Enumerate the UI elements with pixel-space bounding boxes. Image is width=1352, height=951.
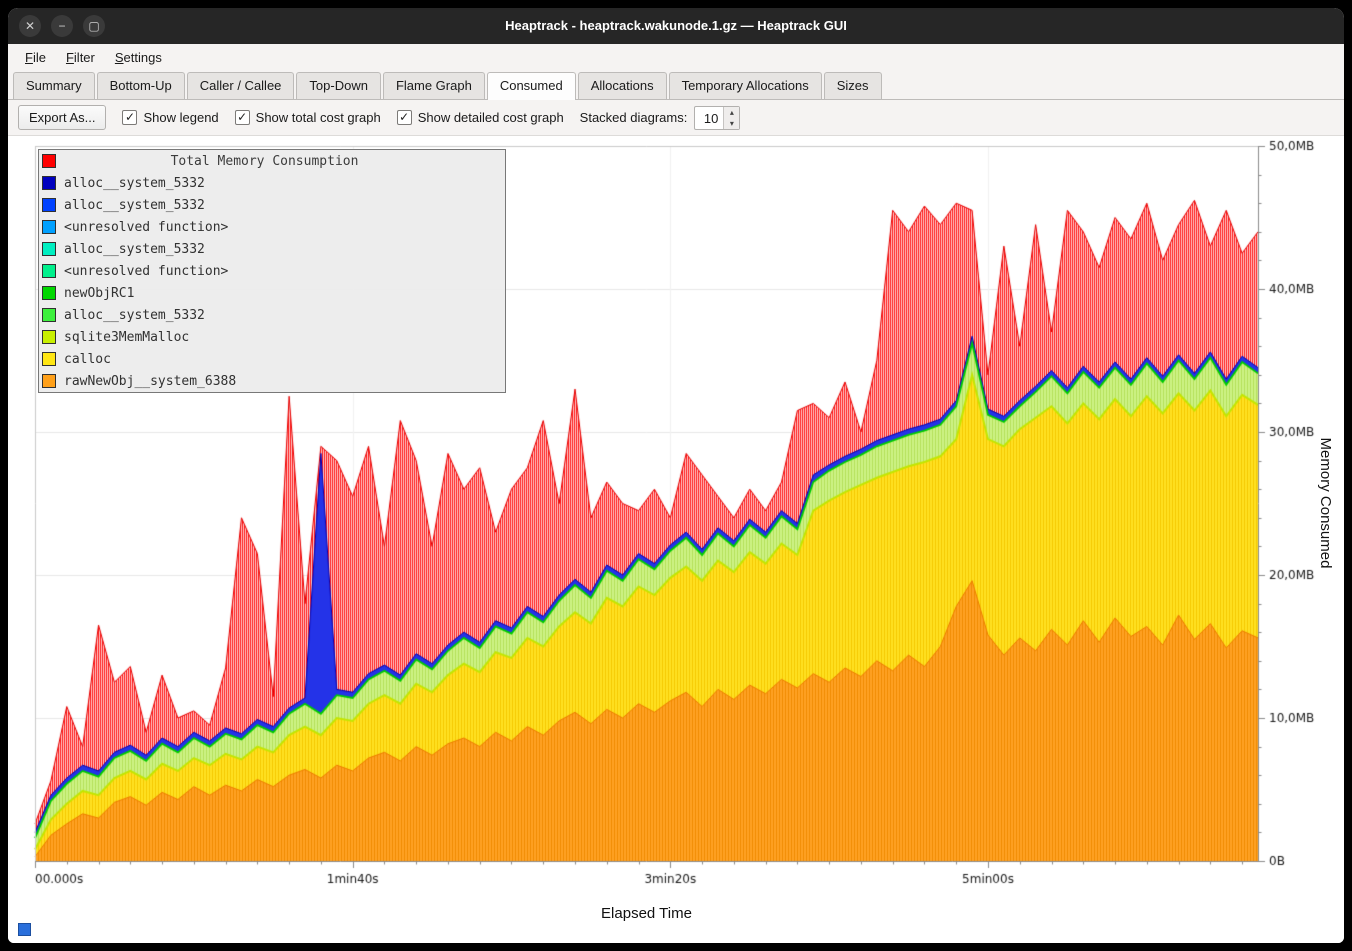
- tab-temporary-allocations[interactable]: Temporary Allocations: [669, 72, 822, 99]
- legend-label: rawNewObj__system_6388: [64, 374, 236, 389]
- minimize-button[interactable]: −: [51, 15, 73, 37]
- stacked-diagrams-group: Stacked diagrams: 10 ▴ ▾: [580, 106, 741, 130]
- chart-legend-entries: alloc__system_5332 alloc__system_5332 <unr…: [39, 172, 505, 392]
- tab-top-down[interactable]: Top-Down: [296, 72, 381, 99]
- tabbar: Summary Bottom-Up Caller / Callee Top-Do…: [8, 70, 1344, 100]
- legend-label: newObjRC1: [64, 286, 134, 301]
- check-icon: ✓: [122, 110, 137, 125]
- legend-item: newObjRC1: [39, 282, 505, 304]
- tab-consumed[interactable]: Consumed: [487, 72, 576, 100]
- show-detailed-cost-label: Show detailed cost graph: [418, 110, 564, 125]
- chart-area: Total Memory Consumption alloc__system_5…: [8, 136, 1344, 943]
- legend-item: alloc__system_5332: [39, 238, 505, 260]
- legend-label: <unresolved function>: [64, 220, 228, 235]
- maximize-button[interactable]: ▢: [83, 15, 105, 37]
- tab-bottom-up[interactable]: Bottom-Up: [97, 72, 185, 99]
- chart-corner-icon: [18, 923, 31, 936]
- legend-color-swatch: [42, 308, 56, 322]
- legend-label: alloc__system_5332: [64, 242, 205, 257]
- spinner-down-icon[interactable]: ▾: [724, 118, 739, 129]
- stacked-diagrams-spinner[interactable]: 10 ▴ ▾: [694, 106, 740, 130]
- legend-item: <unresolved function>: [39, 216, 505, 238]
- legend-item: <unresolved function>: [39, 260, 505, 282]
- chart-legend: Total Memory Consumption alloc__system_5…: [38, 149, 506, 393]
- stacked-diagrams-value: 10: [695, 107, 723, 129]
- legend-color-swatch: [42, 198, 56, 212]
- legend-color-swatch: [42, 242, 56, 256]
- titlebar: ✕ − ▢ Heaptrack - heaptrack.wakunode.1.g…: [8, 8, 1344, 44]
- spinner-up-icon[interactable]: ▴: [724, 107, 739, 118]
- show-total-cost-label: Show total cost graph: [256, 110, 381, 125]
- legend-title-row: Total Memory Consumption: [39, 150, 505, 172]
- legend-item: alloc__system_5332: [39, 304, 505, 326]
- check-icon: ✓: [397, 110, 412, 125]
- legend-color-swatch: [42, 220, 56, 234]
- tab-caller-callee[interactable]: Caller / Callee: [187, 72, 295, 99]
- legend-color-swatch: [42, 352, 56, 366]
- legend-color-swatch: [42, 286, 56, 300]
- legend-label: alloc__system_5332: [64, 198, 205, 213]
- show-detailed-cost-checkbox[interactable]: ✓ Show detailed cost graph: [397, 110, 564, 125]
- legend-item: alloc__system_5332: [39, 172, 505, 194]
- toolbar: Export As... ✓ Show legend ✓ Show total …: [8, 100, 1344, 136]
- legend-label: alloc__system_5332: [64, 176, 205, 191]
- tab-sizes[interactable]: Sizes: [824, 72, 882, 99]
- minimize-icon: −: [58, 19, 65, 33]
- legend-item: rawNewObj__system_6388: [39, 370, 505, 392]
- legend-label: <unresolved function>: [64, 264, 228, 279]
- tab-summary[interactable]: Summary: [13, 72, 95, 99]
- show-total-cost-checkbox[interactable]: ✓ Show total cost graph: [235, 110, 381, 125]
- stacked-diagrams-label: Stacked diagrams:: [580, 110, 688, 125]
- legend-item: calloc: [39, 348, 505, 370]
- legend-item: sqlite3MemMalloc: [39, 326, 505, 348]
- maximize-icon: ▢: [88, 19, 99, 33]
- legend-label: calloc: [64, 352, 111, 367]
- legend-label: alloc__system_5332: [64, 308, 205, 323]
- menu-file[interactable]: File: [16, 47, 55, 68]
- menu-filter[interactable]: Filter: [57, 47, 104, 68]
- show-legend-label: Show legend: [143, 110, 218, 125]
- legend-title-swatch: [42, 154, 56, 168]
- y-axis-title: Memory Consumed: [1317, 438, 1334, 569]
- legend-item: alloc__system_5332: [39, 194, 505, 216]
- show-legend-checkbox[interactable]: ✓ Show legend: [122, 110, 218, 125]
- menubar: File Filter Settings: [8, 44, 1344, 70]
- tab-allocations[interactable]: Allocations: [578, 72, 667, 99]
- legend-color-swatch: [42, 330, 56, 344]
- titlebar-buttons: ✕ − ▢: [19, 15, 105, 37]
- close-button[interactable]: ✕: [19, 15, 41, 37]
- heaptrack-window: ✕ − ▢ Heaptrack - heaptrack.wakunode.1.g…: [8, 8, 1344, 943]
- spinner-arrows[interactable]: ▴ ▾: [723, 107, 739, 129]
- menu-settings[interactable]: Settings: [106, 47, 171, 68]
- window-title: Heaptrack - heaptrack.wakunode.1.gz — He…: [8, 8, 1344, 44]
- x-axis-title: Elapsed Time: [8, 905, 1285, 922]
- close-icon: ✕: [25, 19, 35, 33]
- legend-label: sqlite3MemMalloc: [64, 330, 189, 345]
- legend-color-swatch: [42, 176, 56, 190]
- legend-title: Total Memory Consumption: [64, 154, 505, 169]
- legend-color-swatch: [42, 264, 56, 278]
- chart-bottom-row: Elapsed Time: [8, 896, 1344, 943]
- export-as-button[interactable]: Export As...: [18, 105, 106, 130]
- tab-flame-graph[interactable]: Flame Graph: [383, 72, 485, 99]
- check-icon: ✓: [235, 110, 250, 125]
- legend-color-swatch: [42, 374, 56, 388]
